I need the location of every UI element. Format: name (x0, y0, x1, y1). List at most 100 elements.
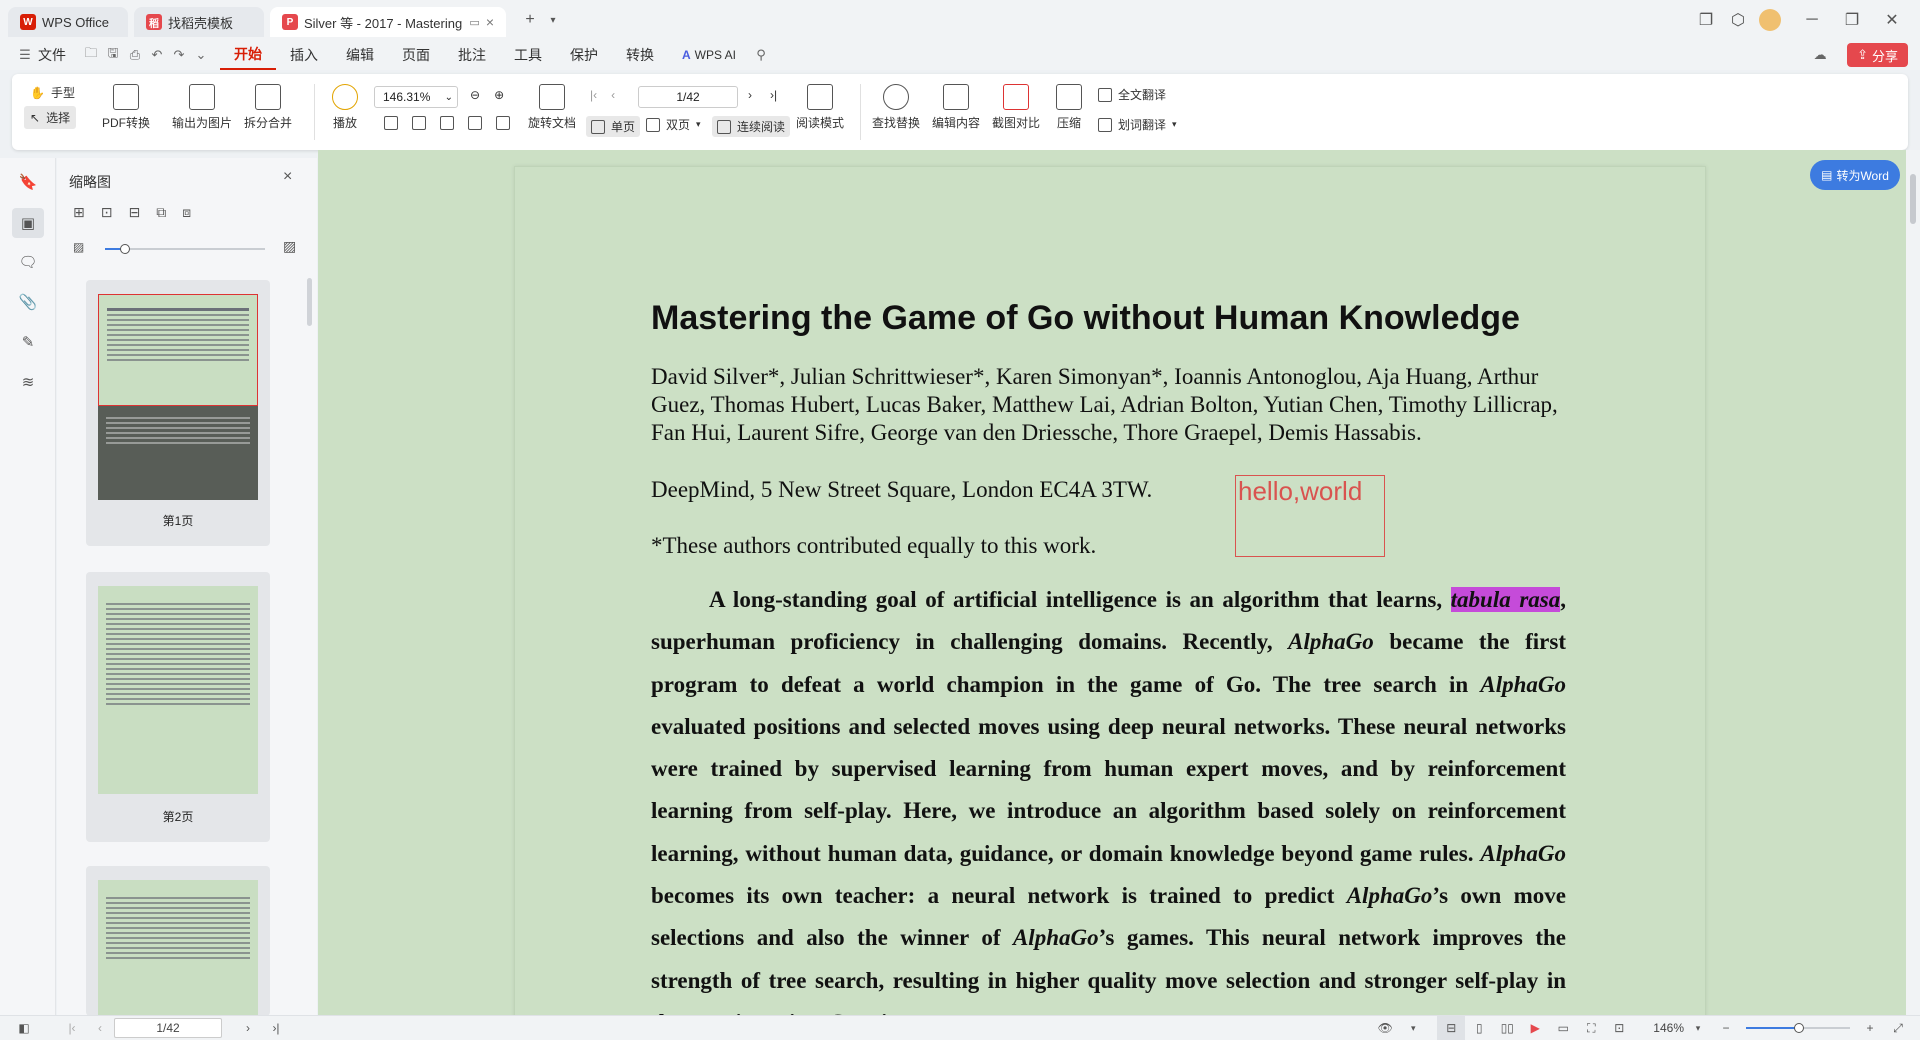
rotate-left-icon[interactable] (468, 116, 482, 130)
fit-page-icon[interactable] (412, 116, 426, 130)
tab-document[interactable]: P Silver 等 - 2017 - Mastering ▭ × (270, 7, 506, 37)
prev-page-icon[interactable]: ‹ (611, 88, 615, 102)
compress-button[interactable]: 压缩 (1056, 84, 1082, 131)
zoom-in-icon[interactable]: ⊕ (494, 88, 504, 102)
share-button[interactable]: ⇪ 分享 (1847, 43, 1908, 67)
scroll-thumb[interactable] (1910, 174, 1916, 224)
close-icon[interactable]: × (486, 14, 494, 30)
first-page-icon[interactable]: |‹ (58, 1016, 86, 1040)
replace-page-icon[interactable]: ⧈ (182, 204, 191, 221)
thumbnail-page-1[interactable]: 第1页 (86, 280, 270, 546)
split-merge-button[interactable]: 拆分合并 (244, 84, 292, 131)
extract-page-icon[interactable]: ⧉ (156, 204, 166, 221)
menu-tab-start[interactable]: 开始 (220, 40, 276, 70)
continuous-view-icon[interactable]: ⊟ (1437, 1015, 1466, 1040)
menu-tab-edit[interactable]: 编辑 (332, 40, 388, 70)
chevron-down-icon[interactable]: ⌄ (190, 44, 212, 66)
zoom-out-icon[interactable]: − (1712, 1016, 1740, 1040)
comment-icon[interactable]: 🗨 (16, 250, 40, 274)
zoom-slider[interactable] (1746, 1023, 1850, 1033)
thumbnail-icon[interactable]: ▣ (12, 208, 44, 238)
attachment-icon[interactable]: 📎 (16, 290, 40, 314)
menu-tab-page[interactable]: 页面 (388, 40, 444, 70)
last-page-icon[interactable]: ›| (770, 88, 777, 102)
eye-icon[interactable]: 👁 (1371, 1016, 1399, 1040)
play-button[interactable]: 播放 (332, 84, 358, 131)
cloud-upload-icon[interactable]: ☁ (1809, 44, 1831, 66)
read-mode-button[interactable]: 阅读模式 (796, 84, 844, 131)
vertical-scrollbar[interactable] (1906, 150, 1920, 1015)
grid-view-icon[interactable]: ⊞ (73, 204, 85, 221)
prev-page-icon[interactable]: ‹ (86, 1016, 114, 1040)
chevron-down-icon[interactable]: ▾ (546, 5, 560, 35)
highlighted-text[interactable]: tabula rasa (1450, 587, 1561, 612)
zoom-select[interactable]: 146.31% ⌄ (374, 86, 458, 108)
single-page-button[interactable]: 单页 (586, 116, 641, 137)
double-view-icon[interactable]: ▯▯ (1493, 1016, 1521, 1040)
page-input[interactable]: 1/42 (638, 86, 738, 108)
word-translate-button[interactable]: 划词翻译 ▾ (1098, 116, 1177, 133)
search-icon[interactable]: ⚲ (750, 44, 772, 66)
open-folder-icon[interactable]: 🗀 (80, 44, 102, 66)
convert-to-word-button[interactable]: ▤ 转为Word (1810, 160, 1900, 190)
play-icon[interactable]: ▶ (1521, 1016, 1549, 1040)
single-view-icon[interactable]: ▯ (1465, 1016, 1493, 1040)
new-tab-button[interactable]: + (514, 5, 546, 35)
minimize-icon[interactable]: ─ (1796, 5, 1828, 35)
text-annotation-box[interactable]: hello,world (1235, 475, 1385, 557)
menu-tab-tools[interactable]: 工具 (500, 40, 556, 70)
next-page-icon[interactable]: › (234, 1016, 262, 1040)
actual-size-icon[interactable] (384, 116, 398, 130)
tab-wps-office[interactable]: W WPS Office (8, 7, 128, 37)
slider-handle[interactable] (120, 244, 130, 254)
edit-content-button[interactable]: 编辑内容 (932, 84, 980, 131)
export-image-button[interactable]: 输出为图片 (172, 84, 232, 131)
redo-icon[interactable]: ↷ (168, 44, 190, 66)
fullscreen-icon[interactable]: ⛶ (1577, 1016, 1605, 1040)
rotate-document-button[interactable]: 旋转文档 (528, 84, 576, 131)
menu-tab-protect[interactable]: 保护 (556, 40, 612, 70)
zoom-slider-handle[interactable] (1794, 1023, 1804, 1033)
chevron-down-icon[interactable]: ▾ (1399, 1016, 1427, 1040)
thumbnail-size-slider[interactable] (105, 244, 265, 254)
add-page-icon[interactable]: ⊡ (101, 204, 113, 221)
menu-tab-annotate[interactable]: 批注 (444, 40, 500, 70)
expand-icon[interactable]: ⤢ (1884, 1016, 1912, 1040)
menu-file[interactable]: 文件 (36, 40, 80, 70)
fit-icon[interactable]: ⊡ (1605, 1016, 1633, 1040)
full-translate-button[interactable]: 全文翻译 (1098, 86, 1166, 103)
last-page-icon[interactable]: ›| (262, 1016, 290, 1040)
chevron-down-icon[interactable]: ▾ (1684, 1016, 1712, 1040)
continuous-read-button[interactable]: 连续阅读 (712, 116, 791, 137)
window-manage-icon[interactable]: ❐ (1690, 5, 1722, 35)
layers-icon[interactable]: ≋ (16, 370, 40, 394)
save-icon[interactable]: 🖫 (102, 44, 124, 66)
monitor-icon[interactable]: ▭ (469, 16, 479, 29)
menu-tab-insert[interactable]: 插入 (276, 40, 332, 70)
hamburger-icon[interactable]: ☰ (14, 44, 36, 66)
close-icon[interactable]: × (283, 168, 292, 186)
print-icon[interactable]: ⎙ (124, 44, 146, 66)
zoom-in-icon[interactable]: + (1856, 1016, 1884, 1040)
rotate-right-icon[interactable] (496, 116, 510, 130)
hand-tool-button[interactable]: ✋ 手型 (30, 84, 75, 101)
insert-page-icon[interactable]: ⊟ (128, 204, 140, 221)
signature-icon[interactable]: ✎ (16, 330, 40, 354)
avatar[interactable] (1754, 5, 1786, 35)
bookmark-icon[interactable]: 🔖 (16, 170, 40, 194)
zoom-level[interactable]: 146% (1653, 1021, 1684, 1035)
page-number-input[interactable]: 1/42 (114, 1018, 222, 1038)
first-page-icon[interactable]: |‹ (590, 88, 597, 102)
panel-scrollbar[interactable] (307, 278, 312, 326)
restore-icon[interactable]: ❐ (1836, 5, 1868, 35)
find-replace-button[interactable]: 查找替换 (872, 84, 920, 131)
fit-width-icon[interactable] (440, 116, 454, 130)
undo-icon[interactable]: ↶ (146, 44, 168, 66)
menu-tab-convert[interactable]: 转换 (612, 40, 668, 70)
thumbnail-page-3[interactable] (86, 866, 270, 1016)
read-mode-icon[interactable]: ▭ (1549, 1016, 1577, 1040)
wps-ai-button[interactable]: A WPS AI (668, 40, 750, 70)
zoom-out-icon[interactable]: ⊖ (470, 88, 480, 102)
double-page-button[interactable]: 双页 ▾ (646, 116, 701, 133)
pdf-convert-button[interactable]: PDF转换 (102, 84, 150, 131)
